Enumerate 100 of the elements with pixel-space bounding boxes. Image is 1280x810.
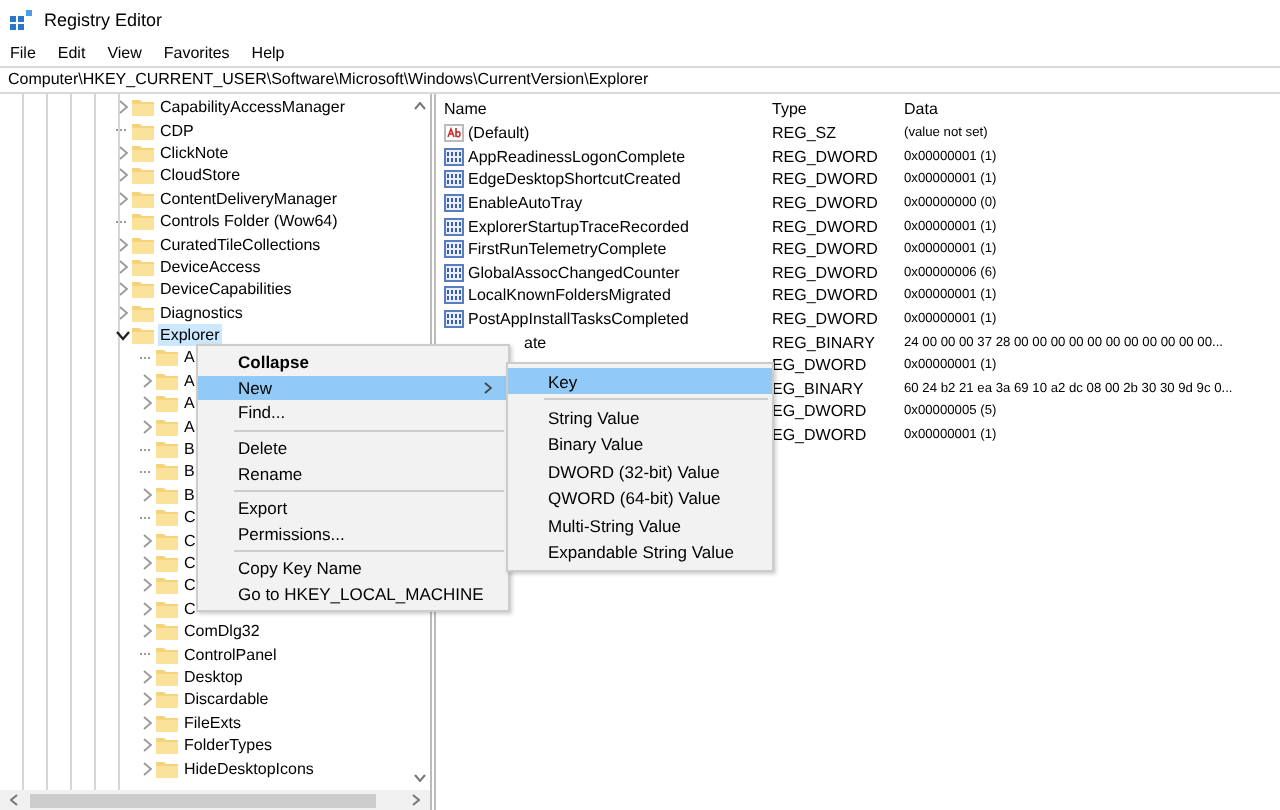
- menu-item[interactable]: Favorites: [163, 44, 230, 62]
- tree-item[interactable]: C: [182, 529, 198, 552]
- value-type: REG_DWORD: [770, 310, 880, 329]
- column-header[interactable]: Data: [904, 99, 1280, 117]
- tree-item[interactable]: Diagnostics: [158, 301, 245, 324]
- tree-item[interactable]: A: [182, 392, 197, 415]
- chevron-right-icon[interactable]: [139, 373, 153, 388]
- column-header[interactable]: Name: [436, 99, 768, 117]
- tree-item[interactable]: CDP: [158, 119, 196, 142]
- tree-item[interactable]: FolderTypes: [182, 734, 275, 757]
- folder-icon: [132, 212, 154, 231]
- chevron-right-icon[interactable]: [115, 191, 129, 206]
- folder-icon: [132, 189, 154, 208]
- tree-item[interactable]: A: [182, 346, 197, 369]
- tree-item[interactable]: B: [182, 460, 197, 483]
- value-name[interactable]: ate: [524, 333, 547, 352]
- address-field[interactable]: Computer\HKEY_CURRENT_USER\Software\Microsoft\Windows\CurrentVersion\Explorer: [0, 66, 1280, 94]
- menu-option[interactable]: Delete: [198, 435, 508, 461]
- menu-option[interactable]: Find...: [198, 400, 508, 426]
- chevron-right-icon[interactable]: [139, 396, 153, 411]
- value-name[interactable]: GlobalAssocChangedCounter: [468, 263, 680, 282]
- tree-item[interactable]: B: [182, 438, 197, 461]
- tree-item[interactable]: ContentDeliveryManager: [158, 187, 339, 210]
- tree-item[interactable]: ClickNote: [158, 141, 231, 164]
- tree-item[interactable]: FileExts: [182, 711, 243, 734]
- chevron-right-icon[interactable]: [139, 419, 153, 434]
- tree-item[interactable]: DeviceCapabilities: [158, 278, 294, 301]
- chevron-right-icon[interactable]: [115, 168, 129, 183]
- tree-item[interactable]: C: [182, 574, 198, 597]
- scroll-down-icon[interactable]: [414, 774, 426, 782]
- tree-item[interactable]: CuratedTileCollections: [158, 233, 323, 256]
- menu-option[interactable]: Binary Value: [508, 431, 772, 459]
- chevron-right-icon[interactable]: [115, 305, 129, 320]
- tree-item[interactable]: ComDlg32: [182, 620, 262, 643]
- tree-item[interactable]: C: [182, 506, 198, 529]
- chevron-right-icon[interactable]: [139, 556, 153, 570]
- tree-item[interactable]: CapabilityAccessManager: [158, 96, 347, 119]
- menu-option[interactable]: Copy Key Name: [198, 556, 508, 582]
- chevron-right-icon[interactable]: [139, 624, 153, 639]
- column-header[interactable]: Type: [768, 99, 904, 117]
- horizontal-scrollbar[interactable]: [0, 790, 430, 810]
- chevron-right-icon[interactable]: [139, 487, 153, 502]
- tree-item[interactable]: Controls Folder (Wow64): [158, 210, 340, 233]
- chevron-right-icon[interactable]: [115, 259, 129, 274]
- menu-option[interactable]: Rename: [198, 460, 508, 486]
- tree-item[interactable]: C: [182, 552, 198, 574]
- tree-item[interactable]: DeviceAccess: [158, 255, 263, 278]
- chevron-right-icon[interactable]: [139, 692, 153, 707]
- value-name[interactable]: LocalKnownFoldersMigrated: [468, 286, 671, 305]
- value-name[interactable]: EdgeDesktopShortcutCreated: [468, 170, 681, 189]
- chevron-right-icon[interactable]: [139, 601, 153, 616]
- tree-item[interactable]: A: [182, 415, 197, 438]
- chevron-right-icon[interactable]: [115, 100, 129, 115]
- folder-icon: [156, 645, 178, 664]
- menu-option[interactable]: Multi-String Value: [508, 511, 772, 539]
- menu-option[interactable]: Key: [508, 368, 772, 395]
- value-name[interactable]: ExplorerStartupTraceRecorded: [468, 217, 689, 236]
- scroll-right-icon[interactable]: [412, 794, 420, 806]
- chevron-right-icon[interactable]: [115, 282, 129, 297]
- value-type: EG_DWORD: [770, 402, 869, 421]
- menu-option[interactable]: QWORD (64-bit) Value: [508, 485, 772, 512]
- menu-option[interactable]: String Value: [508, 404, 772, 432]
- tree-item[interactable]: Discardable: [182, 688, 271, 711]
- menu-item[interactable]: Help: [251, 44, 285, 62]
- tree-item[interactable]: C: [182, 597, 198, 620]
- scroll-left-icon[interactable]: [10, 794, 18, 806]
- scroll-up-icon[interactable]: [414, 102, 426, 110]
- value-name[interactable]: (Default): [468, 124, 530, 143]
- tree-item[interactable]: Explorer: [158, 324, 222, 347]
- value-name[interactable]: PostAppInstallTasksCompleted: [468, 310, 689, 329]
- menu-option[interactable]: DWORD (32-bit) Value: [508, 458, 772, 486]
- chevron-right-icon[interactable]: [115, 145, 129, 160]
- menu-item[interactable]: File: [10, 44, 36, 62]
- tree-item[interactable]: HideDesktopIcons: [182, 757, 316, 780]
- tree-item[interactable]: CloudStore: [158, 164, 243, 187]
- tree-item[interactable]: A: [182, 369, 197, 392]
- menu-option[interactable]: Permissions...: [198, 521, 508, 547]
- chevron-right-icon[interactable]: [139, 715, 153, 730]
- chevron-down-icon[interactable]: [115, 328, 129, 343]
- chevron-right-icon[interactable]: [139, 738, 153, 753]
- menu-item[interactable]: Edit: [57, 44, 86, 62]
- folder-icon: [156, 622, 178, 641]
- menu-item[interactable]: View: [107, 44, 142, 62]
- scrollbar-thumb[interactable]: [30, 793, 376, 807]
- tree-item[interactable]: Desktop: [182, 665, 245, 688]
- menu-option[interactable]: Go to HKEY_LOCAL_MACHINE: [198, 581, 508, 607]
- menu-option[interactable]: Collapse: [198, 350, 508, 376]
- value-name[interactable]: FirstRunTelemetryComplete: [468, 240, 667, 259]
- chevron-right-icon[interactable]: [139, 578, 153, 593]
- chevron-right-icon[interactable]: [139, 761, 153, 776]
- tree-item[interactable]: ControlPanel: [182, 643, 279, 666]
- chevron-right-icon[interactable]: [139, 533, 153, 548]
- value-name[interactable]: AppReadinessLogonComplete: [468, 147, 686, 166]
- tree-item[interactable]: B: [182, 483, 197, 506]
- chevron-right-icon[interactable]: [139, 669, 153, 684]
- menu-option[interactable]: Expandable String Value: [508, 538, 772, 566]
- value-name[interactable]: EnableAutoTray: [468, 194, 583, 213]
- menu-option[interactable]: Export: [198, 495, 508, 522]
- menu-option[interactable]: New: [198, 375, 508, 401]
- chevron-right-icon[interactable]: [115, 237, 129, 252]
